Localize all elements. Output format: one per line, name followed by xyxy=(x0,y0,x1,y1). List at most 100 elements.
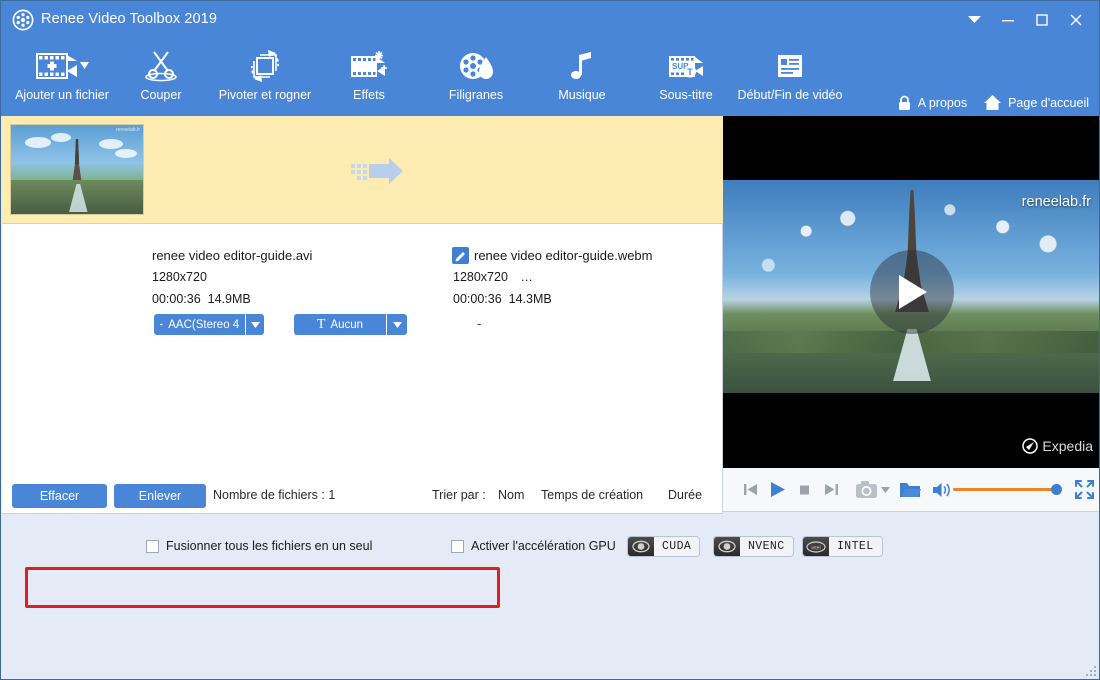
file-list-footer: Effacer Enlever Nombre de fichiers : 1 T… xyxy=(2,476,723,514)
thumbnail-watermark: reneelab.fr xyxy=(116,127,140,133)
rotate-crop-icon xyxy=(246,45,284,87)
subtitle-track-dropdown-arrow[interactable] xyxy=(386,314,407,335)
target-duration-size: 00:00:36 14.3MB xyxy=(453,292,552,306)
sort-option-name[interactable]: Nom xyxy=(498,488,524,502)
source-duration-size: 00:00:36 14.9MB xyxy=(152,292,251,306)
homepage-link[interactable]: Page d'accueil xyxy=(983,94,1089,111)
toolbar-label-cut: Couper xyxy=(141,88,182,102)
snapshot-dropdown-arrow[interactable] xyxy=(878,475,892,505)
watermark-reel-icon xyxy=(457,45,495,87)
source-size: 14.9MB xyxy=(208,292,251,306)
music-note-icon xyxy=(565,45,599,87)
app-logo-icon xyxy=(12,9,34,31)
volume-slider-handle[interactable] xyxy=(1051,484,1062,495)
title-bar: Renee Video Toolbox 2019 xyxy=(1,1,1100,39)
merge-files-checkbox-row[interactable]: Fusionner tous les fichiers en un seul xyxy=(146,539,372,553)
toolbar-item-effects[interactable]: Effets xyxy=(334,45,404,113)
svg-text:intel: intel xyxy=(811,545,820,551)
gpu-accel-checkbox-row[interactable]: Activer l'accélération GPU xyxy=(451,539,616,553)
minimize-button[interactable] xyxy=(991,5,1025,35)
toolbar-item-subtitle[interactable]: SUB T Sous-titre xyxy=(646,45,726,113)
svg-text:T: T xyxy=(687,67,693,77)
preview-play-overlay-button[interactable] xyxy=(870,250,954,334)
toolbar-label-effects: Effets xyxy=(353,88,385,102)
toolbar-label-add-file: Ajouter un fichier xyxy=(15,88,109,102)
target-resolution: 1280x720 … xyxy=(453,270,533,284)
file-list: reneelab.fr renee video editor-guide.avi… xyxy=(2,116,723,476)
home-icon xyxy=(983,94,1002,111)
toolbar-item-music[interactable]: Musique xyxy=(544,45,620,113)
gpu-badge-nvenc-label: NVENC xyxy=(740,537,793,556)
gpu-accel-checkbox[interactable] xyxy=(451,540,464,553)
sort-option-duration[interactable]: Durée xyxy=(668,488,702,502)
snapshot-button[interactable] xyxy=(854,475,878,505)
document-lines-icon xyxy=(773,45,807,87)
source-watermark: Expedia xyxy=(1022,438,1093,454)
sort-by-label: Trier par : xyxy=(432,488,486,502)
resize-grip[interactable] xyxy=(1085,664,1097,676)
next-button[interactable] xyxy=(818,475,845,505)
volume-button[interactable] xyxy=(929,475,953,505)
target-resolution-value: 1280x720 xyxy=(453,270,508,284)
app-window: Renee Video Toolbox 2019 xyxy=(0,0,1100,680)
text-t-icon: T xyxy=(317,317,326,333)
toolbar-item-rotate-crop[interactable]: Pivoter et rogner xyxy=(199,45,331,113)
gpu-badge-cuda[interactable]: CUDA xyxy=(627,536,700,557)
file-count-label: Nombre de fichiers : 1 xyxy=(213,488,335,502)
merge-files-checkbox[interactable] xyxy=(146,540,159,553)
edit-output-button[interactable] xyxy=(452,247,469,264)
close-button[interactable] xyxy=(1059,5,1093,35)
toolbar-item-intro-outro[interactable]: Début/Fin de vidéo xyxy=(723,45,857,113)
toolbar-label-watermark: Filigranes xyxy=(449,88,503,102)
scissors-icon xyxy=(142,45,180,87)
gpu-badge-nvenc[interactable]: NVENC xyxy=(713,536,794,557)
source-duration: 00:00:36 xyxy=(152,292,201,306)
chevron-down-icon xyxy=(881,487,890,493)
merge-files-label: Fusionner tous les fichiers en un seul xyxy=(166,539,372,553)
toolbar-item-watermark[interactable]: Filigranes xyxy=(434,45,518,113)
play-icon xyxy=(768,480,787,499)
toolbar-label-intro-outro: Début/Fin de vidéo xyxy=(738,88,843,102)
source-filename: renee video editor-guide.avi xyxy=(152,248,312,263)
target-size: 14.3MB xyxy=(509,292,552,306)
volume-slider[interactable] xyxy=(953,488,1057,491)
audio-track-dropdown-arrow[interactable] xyxy=(245,314,264,335)
stop-button[interactable] xyxy=(791,475,818,505)
about-link[interactable]: A propos xyxy=(897,95,967,111)
gpu-badge-intel-label: INTEL xyxy=(829,537,882,556)
intel-logo-icon: intel xyxy=(803,537,829,556)
audio-track-text: AAC(Stereo 4 xyxy=(154,314,245,335)
maximize-button[interactable] xyxy=(1025,5,1059,35)
minimize-to-tray-button[interactable] xyxy=(957,5,991,35)
audio-track-selector[interactable]: AAC(Stereo 4 xyxy=(154,314,264,335)
nvidia-eye-icon xyxy=(714,537,740,556)
gpu-badge-cuda-label: CUDA xyxy=(654,537,699,556)
open-folder-button[interactable] xyxy=(897,475,923,505)
speaker-icon xyxy=(932,482,951,498)
gpu-badge-intel[interactable]: intel INTEL xyxy=(802,536,883,557)
homepage-link-label: Page d'accueil xyxy=(1008,96,1089,110)
table-row[interactable]: reneelab.fr renee video editor-guide.avi… xyxy=(2,116,723,224)
preview-watermark: reneelab.fr xyxy=(1022,194,1091,210)
video-preview[interactable]: reneelab.fr Expedia xyxy=(723,116,1100,468)
player-controls xyxy=(723,468,1100,512)
previous-button[interactable] xyxy=(737,475,764,505)
target-filename: renee video editor-guide.webm xyxy=(474,248,653,263)
audio-track-label: AAC(Stereo 4 xyxy=(168,319,239,331)
toolbar-item-cut[interactable]: Couper xyxy=(123,45,199,113)
toolbar-label-subtitle: Sous-titre xyxy=(659,88,713,102)
window-title: Renee Video Toolbox 2019 xyxy=(41,11,217,27)
sort-option-creation-time[interactable]: Temps de création xyxy=(541,488,643,502)
fullscreen-button[interactable] xyxy=(1071,475,1097,505)
toolbar-links: A propos Page d'accueil xyxy=(897,94,1089,111)
subtitle-track-selector[interactable]: T Aucun xyxy=(294,314,407,335)
window-controls xyxy=(957,1,1093,39)
skip-previous-icon xyxy=(742,481,759,498)
clear-button[interactable]: Effacer xyxy=(12,484,107,508)
play-button[interactable] xyxy=(764,475,791,505)
toolbar-item-add-file[interactable]: Ajouter un fichier xyxy=(9,45,115,113)
main-toolbar: Ajouter un fichier Couper xyxy=(1,39,1100,116)
skip-next-icon xyxy=(823,481,840,498)
toolbar-label-music: Musique xyxy=(558,88,605,102)
remove-button[interactable]: Enlever xyxy=(114,484,206,508)
